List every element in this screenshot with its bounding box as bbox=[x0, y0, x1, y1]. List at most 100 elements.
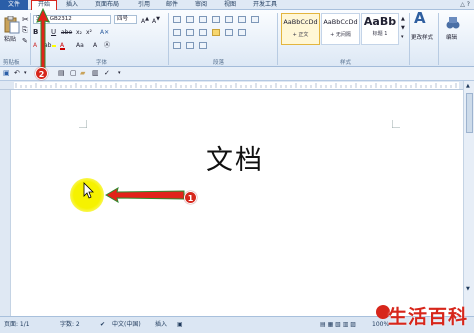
vertical-scrollbar[interactable]: ▲ ▼ bbox=[463, 81, 474, 316]
vertical-ruler[interactable] bbox=[0, 90, 11, 316]
step-badge-1: 1 bbox=[184, 191, 197, 204]
clear-format-icon[interactable]: A✕ bbox=[100, 28, 109, 37]
print-preview-icon[interactable]: ▤ bbox=[58, 69, 65, 78]
tab-review[interactable]: 审阅 bbox=[195, 0, 207, 10]
change-styles-icon[interactable]: A bbox=[414, 11, 426, 26]
quick-access-toolbar: ▣ ↶ ▾ ▤ ▢ ▰ ▥ ✓ ▾ bbox=[0, 67, 474, 81]
paste-icon[interactable] bbox=[4, 16, 20, 34]
tab-insert[interactable]: 插入 bbox=[66, 0, 78, 10]
customize-qat-icon[interactable]: ▾ bbox=[118, 69, 121, 78]
group-divider bbox=[30, 13, 31, 65]
justify-icon[interactable] bbox=[212, 29, 220, 36]
style-no-spacing-tile[interactable]: AaBbCcDd + 无间隔 bbox=[321, 13, 360, 45]
save-icon[interactable]: ▣ bbox=[3, 69, 10, 78]
scroll-up-icon[interactable]: ▲ bbox=[466, 83, 470, 89]
align-center-icon[interactable] bbox=[186, 29, 194, 36]
paste-button[interactable]: 粘贴 bbox=[4, 35, 16, 44]
ribbon: 粘贴 ✂ ⎘ ✎ 剪贴板 宋体_GB2312 四号 A▲ A▼ B I U ab… bbox=[0, 10, 474, 67]
align-right-icon[interactable] bbox=[199, 29, 207, 36]
paragraph-group-label: 段落 bbox=[213, 60, 225, 66]
chinese-layout-icon[interactable] bbox=[199, 42, 207, 49]
new-document-icon[interactable]: ▢ bbox=[70, 69, 77, 78]
style-sample: AaBbCcDd bbox=[323, 18, 358, 26]
tab-mailings[interactable]: 邮件 bbox=[166, 0, 178, 10]
step-badge-2: 2 bbox=[35, 67, 48, 80]
style-name: 标题 1 bbox=[372, 31, 388, 37]
status-insert-mode[interactable]: 插入 bbox=[155, 317, 167, 332]
superscript-button[interactable]: x² bbox=[86, 28, 92, 37]
show-marks-icon[interactable] bbox=[251, 16, 259, 23]
edit-button[interactable]: 编辑 bbox=[446, 34, 457, 43]
status-page[interactable]: 页面: 1/1 bbox=[4, 317, 30, 332]
arrow-to-cursor bbox=[105, 187, 185, 203]
style-heading1-tile[interactable]: AaBb 标题 1 bbox=[361, 13, 399, 45]
char-border-icon[interactable]: Ⓐ bbox=[104, 41, 110, 50]
increase-indent-icon[interactable] bbox=[225, 16, 233, 23]
open-folder-icon[interactable]: ▰ bbox=[80, 69, 85, 78]
grow-font-icon[interactable]: A▲ bbox=[141, 15, 149, 26]
distributed-icon[interactable] bbox=[225, 29, 233, 36]
format-painter-icon[interactable]: ✎ bbox=[22, 37, 28, 46]
clipboard-group-label: 剪贴板 bbox=[3, 60, 20, 66]
tab-view[interactable]: 视图 bbox=[224, 0, 236, 10]
scroll-thumb[interactable] bbox=[466, 93, 473, 133]
style-sample: AaBbCcDd bbox=[283, 18, 318, 26]
undo-dropdown-icon[interactable]: ▾ bbox=[24, 69, 27, 78]
status-zoom[interactable]: 100% bbox=[372, 317, 389, 332]
align-left-icon[interactable] bbox=[173, 29, 181, 36]
help-icon[interactable]: △ ? bbox=[460, 1, 470, 8]
scroll-down-icon[interactable]: ▼ bbox=[466, 286, 470, 292]
group-divider bbox=[277, 13, 278, 65]
status-word-count[interactable]: 字数: 2 bbox=[60, 317, 80, 332]
arrow-to-home-tab bbox=[36, 8, 50, 69]
ruler-ticks bbox=[15, 83, 457, 88]
tab-page-layout[interactable]: 页面布局 bbox=[95, 0, 119, 10]
style-sample: AaBb bbox=[363, 15, 397, 28]
group-divider bbox=[438, 13, 439, 65]
view-buttons-icon[interactable]: ▤ ▦ ▧ ▥ ▨ bbox=[320, 317, 356, 332]
copy-icon[interactable]: ⎘ bbox=[22, 26, 28, 35]
styles-scroll-up-icon[interactable]: ▲ bbox=[401, 15, 405, 24]
decrease-indent-icon[interactable] bbox=[212, 16, 220, 23]
borders-icon[interactable] bbox=[186, 42, 194, 49]
change-case-icon[interactable]: Aa bbox=[76, 41, 84, 50]
styles-scroll-down-icon[interactable]: ▼ bbox=[401, 24, 405, 33]
mouse-cursor-icon bbox=[83, 182, 94, 199]
spelling-icon[interactable]: ✓ bbox=[104, 69, 110, 78]
font-color-icon[interactable]: A bbox=[60, 41, 65, 50]
status-language[interactable]: 中文(中国) bbox=[112, 317, 141, 332]
ribbon-tab-bar: 文件 开始 插入 页面布局 引用 邮件 审阅 视图 开发工具 △ ? bbox=[0, 0, 474, 10]
crop-mark-top-right bbox=[392, 120, 400, 128]
subscript-button[interactable]: x₂ bbox=[76, 28, 82, 37]
change-styles-button[interactable]: 更改样式 bbox=[411, 34, 433, 43]
macro-record-icon[interactable]: ▣ bbox=[177, 317, 183, 332]
styles-more-icon[interactable]: ▾ bbox=[401, 33, 404, 42]
underline-button[interactable]: U bbox=[51, 28, 56, 37]
undo-icon[interactable]: ↶ bbox=[14, 69, 20, 78]
group-divider bbox=[168, 13, 169, 65]
proofing-icon[interactable]: ✔ bbox=[100, 317, 105, 332]
cut-icon[interactable]: ✂ bbox=[22, 15, 29, 24]
line-spacing-icon[interactable] bbox=[238, 29, 246, 36]
strikethrough-button[interactable]: abe bbox=[61, 28, 72, 37]
document-title-text: 文档 bbox=[206, 145, 264, 176]
font-size-combo[interactable]: 四号 bbox=[114, 15, 137, 24]
sort-icon[interactable] bbox=[238, 16, 246, 23]
binoculars-icon[interactable] bbox=[446, 15, 460, 31]
group-divider bbox=[409, 13, 410, 65]
horizontal-ruler[interactable] bbox=[0, 81, 474, 90]
quick-print-icon[interactable]: ▥ bbox=[92, 69, 99, 78]
font-group-label: 字体 bbox=[96, 60, 108, 66]
style-name: + 无间隔 bbox=[330, 32, 351, 38]
bullets-icon[interactable] bbox=[173, 16, 181, 23]
char-shading-icon[interactable]: A bbox=[93, 41, 97, 50]
style-normal-tile[interactable]: AaBbCcDd + 正文 bbox=[281, 13, 320, 45]
shrink-font-icon[interactable]: A▼ bbox=[152, 15, 160, 26]
multilevel-list-icon[interactable] bbox=[199, 16, 207, 23]
shading-icon[interactable] bbox=[173, 42, 181, 49]
tab-developer[interactable]: 开发工具 bbox=[253, 0, 277, 10]
tab-references[interactable]: 引用 bbox=[138, 0, 150, 10]
tab-file[interactable]: 文件 bbox=[0, 0, 28, 10]
style-name: + 正文 bbox=[292, 32, 309, 38]
numbering-icon[interactable] bbox=[186, 16, 194, 23]
